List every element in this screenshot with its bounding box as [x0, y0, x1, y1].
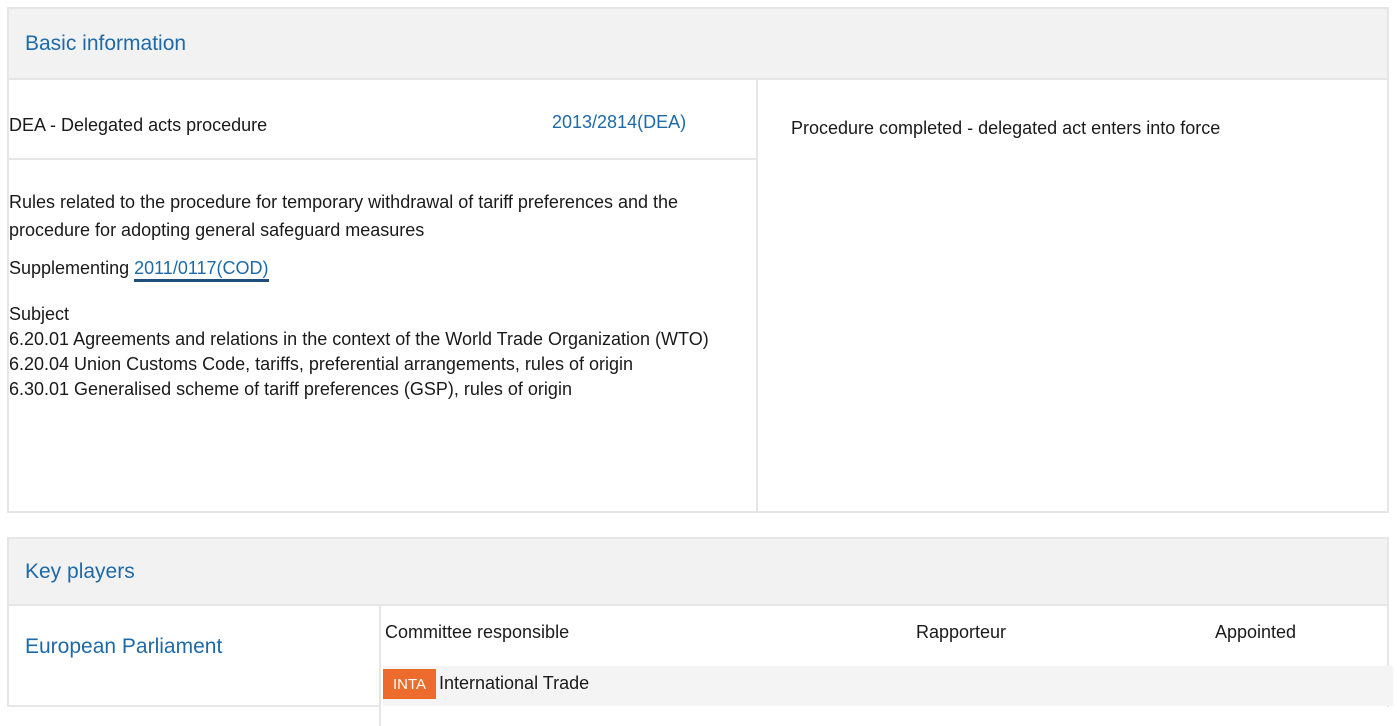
committee-code-badge[interactable]: INTA — [383, 669, 437, 699]
basic-information-panel: Basic information DEA - Delegated acts p… — [7, 7, 1389, 513]
subject-item: 6.30.01 Generalised scheme of tariff pre… — [9, 379, 572, 399]
subject-item: 6.20.01 Agreements and relations in the … — [9, 329, 709, 349]
committee-table: Committee responsible Rapporteur Appoint… — [379, 606, 1393, 726]
procedure-description: Rules related to the procedure for tempo… — [9, 160, 756, 402]
committee-name: International Trade — [439, 673, 590, 693]
procedure-row: DEA - Delegated acts procedure 2013/2814… — [9, 80, 756, 160]
procedure-reference-link[interactable]: 2013/2814(DEA) — [552, 112, 686, 133]
basic-information-left-column: DEA - Delegated acts procedure 2013/2814… — [9, 80, 758, 511]
subject-label: Subject — [9, 304, 70, 324]
institution-label[interactable]: European Parliament — [25, 635, 222, 659]
subject-block: Subject 6.20.01 Agreements and relations… — [9, 302, 756, 402]
supplementing-label: Supplementing — [9, 258, 130, 278]
appointed-column-header: Appointed — [1215, 622, 1297, 642]
basic-information-header: Basic information — [9, 9, 1387, 80]
procedure-status: Procedure completed - delegated act ente… — [791, 118, 1221, 138]
key-players-panel: Key players European Parliament Committe… — [7, 537, 1393, 726]
procedure-title: Rules related to the procedure for tempo… — [9, 192, 679, 240]
committee-column-header: Committee responsible — [385, 622, 570, 642]
key-players-title: Key players — [25, 559, 135, 583]
basic-information-title: Basic information — [25, 31, 187, 55]
supplementing-link[interactable]: 2011/0117(COD) — [134, 258, 269, 282]
key-players-header: Key players — [9, 539, 1387, 606]
committee-row: INTA International Trade — [383, 666, 1393, 706]
rapporteur-column-header: Rapporteur — [916, 622, 1007, 642]
procedure-type: DEA - Delegated acts procedure — [9, 115, 268, 135]
supplementing-line: Supplementing 2011/0117(COD) — [9, 254, 756, 282]
basic-information-right-column: Procedure completed - delegated act ente… — [758, 80, 1387, 511]
subject-item: 6.20.04 Union Customs Code, tariffs, pre… — [9, 354, 633, 374]
